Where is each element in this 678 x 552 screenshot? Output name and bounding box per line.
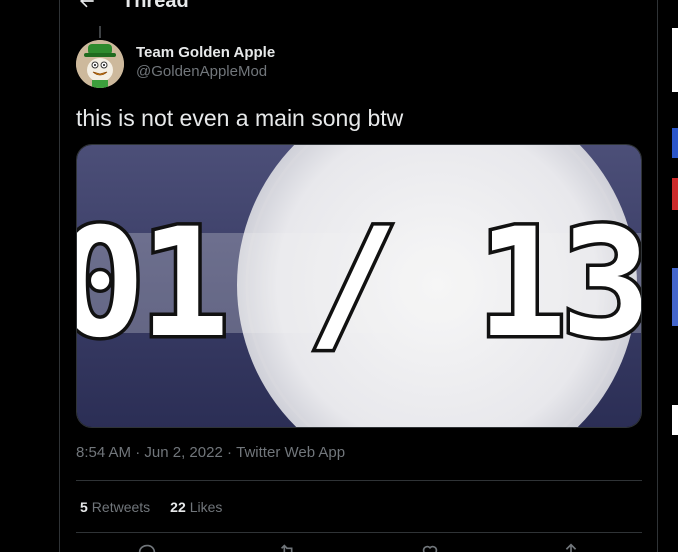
- share-icon[interactable]: [559, 540, 583, 552]
- avatar[interactable]: [76, 40, 124, 88]
- likes-stat[interactable]: 22 Likes: [170, 499, 222, 515]
- reply-icon[interactable]: [135, 540, 159, 552]
- tweet-meta: 8:54 AM · Jun 2, 2022 · Twitter Web App: [76, 444, 345, 461]
- tweet-text: this is not even a main song btw: [76, 105, 404, 131]
- handle[interactable]: @GoldenAppleMod: [136, 62, 275, 82]
- meta-separator: ·: [131, 444, 145, 461]
- retweets-stat[interactable]: 5 Retweets: [80, 499, 150, 515]
- sidebar-edge: [672, 0, 678, 552]
- retweets-count: 5: [80, 499, 88, 515]
- retweets-label: Retweets: [91, 499, 151, 515]
- retweet-icon[interactable]: [276, 540, 300, 552]
- thread-connector-line: [99, 26, 101, 38]
- likes-count: 22: [170, 499, 186, 515]
- tweet-author[interactable]: Team Golden Apple @GoldenAppleMod: [76, 40, 275, 88]
- media-overlay-text: 01 / 13:: [77, 197, 642, 371]
- tweet-actions: [76, 540, 642, 552]
- page-title: Thread: [122, 0, 189, 12]
- page: Thread Team Golden Apple @GoldenAppleMod…: [0, 0, 678, 552]
- thread-column: Thread Team Golden Apple @GoldenAppleMod…: [59, 0, 658, 552]
- meta-separator: ·: [222, 444, 237, 461]
- tweet-media-image[interactable]: 01 / 13:: [76, 144, 642, 428]
- back-arrow-icon[interactable]: [76, 0, 98, 12]
- divider: [76, 532, 642, 533]
- author-names: Team Golden Apple @GoldenAppleMod: [136, 44, 275, 82]
- like-icon[interactable]: [418, 540, 442, 552]
- tweet-stats: 5 Retweets 22 Likes: [80, 499, 242, 515]
- likes-label: Likes: [189, 499, 223, 515]
- tweet-source[interactable]: Twitter Web App: [236, 444, 345, 461]
- display-name[interactable]: Team Golden Apple: [136, 44, 275, 62]
- thread-header: Thread: [76, 0, 189, 14]
- tweet-time[interactable]: 8:54 AM: [76, 444, 131, 461]
- tweet-date[interactable]: Jun 2, 2022: [144, 444, 222, 461]
- divider: [76, 480, 642, 481]
